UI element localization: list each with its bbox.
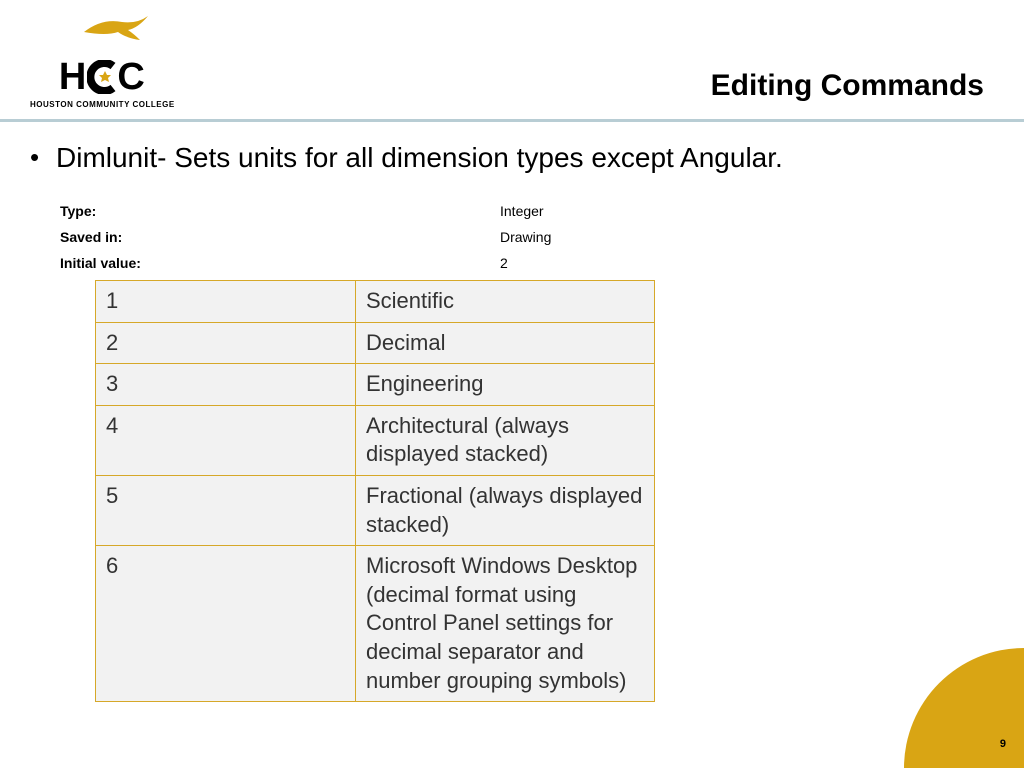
unit-number: 3 (96, 364, 356, 406)
unit-description: Scientific (356, 281, 655, 323)
unit-number: 6 (96, 546, 356, 702)
unit-description: Engineering (356, 364, 655, 406)
unit-description: Decimal (356, 322, 655, 364)
logo-c-with-star-icon (87, 60, 117, 94)
meta-value: 2 (500, 255, 994, 271)
meta-row-saved: Saved in: Drawing (60, 224, 994, 250)
table-row: 2 Decimal (96, 322, 655, 364)
table-row: 4 Architectural (always displayed stacke… (96, 405, 655, 475)
table-row: 5 Fractional (always displayed stacked) (96, 475, 655, 545)
unit-number: 1 (96, 281, 356, 323)
meta-value: Drawing (500, 229, 994, 245)
units-table: 1 Scientific 2 Decimal 3 Engineering 4 A… (95, 280, 655, 702)
unit-number: 2 (96, 322, 356, 364)
eagle-icon (82, 14, 152, 44)
table-row: 6 Microsoft Windows Desktop (decimal for… (96, 546, 655, 702)
table-row: 1 Scientific (96, 281, 655, 323)
unit-description: Microsoft Windows Desktop (decimal forma… (356, 546, 655, 702)
bullet-text: Dimlunit- Sets units for all dimension t… (56, 142, 783, 174)
bullet-dot-icon: • (30, 142, 56, 173)
unit-description: Fractional (always displayed stacked) (356, 475, 655, 545)
unit-number: 5 (96, 475, 356, 545)
table-row: 3 Engineering (96, 364, 655, 406)
unit-description: Architectural (always displayed stacked) (356, 405, 655, 475)
unit-number: 4 (96, 405, 356, 475)
logo-main-text: H C (59, 58, 146, 96)
logo-sub-text: HOUSTON COMMUNITY COLLEGE (30, 100, 175, 109)
corner-decoration (904, 648, 1024, 768)
hcc-logo: H C HOUSTON COMMUNITY COLLEGE (30, 20, 175, 109)
meta-label: Initial value: (60, 255, 500, 271)
meta-label: Saved in: (60, 229, 500, 245)
slide-body: • Dimlunit- Sets units for all dimension… (0, 122, 1024, 702)
meta-row-type: Type: Integer (60, 198, 994, 224)
meta-value: Integer (500, 203, 994, 219)
bullet-item: • Dimlunit- Sets units for all dimension… (30, 142, 994, 174)
meta-label: Type: (60, 203, 500, 219)
slide-title: Editing Commands (711, 69, 984, 109)
meta-block: Type: Integer Saved in: Drawing Initial … (60, 198, 994, 276)
meta-row-initial: Initial value: 2 (60, 250, 994, 276)
page-number: 9 (1000, 738, 1006, 750)
slide-header: H C HOUSTON COMMUNITY COLLEGE Editing Co… (0, 0, 1024, 122)
